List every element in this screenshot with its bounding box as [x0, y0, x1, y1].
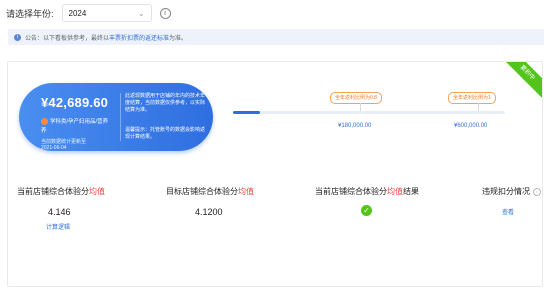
- status-ribbon: 累积中: [497, 62, 542, 103]
- metric-2-label: 目标店铺综合体验分均值: [166, 186, 254, 197]
- data-label: 当前数据统计更新至: [41, 139, 87, 145]
- notice-icon: i: [14, 33, 21, 41]
- metric-2-label-a: 目标店铺综合体验分: [166, 187, 238, 196]
- metric-1-label-a: 当前店铺综合体验分: [17, 187, 89, 196]
- notice-suffix: 为准。: [169, 35, 188, 42]
- category-row: 学科类/孕产妇用品/营养: [41, 117, 108, 125]
- milestone-2: ¥600,000.00: [454, 123, 488, 129]
- metric-1-label-b: 均值: [89, 187, 105, 196]
- card-tip: 温馨提示：托管账号的数据会影响返现计算结果。: [125, 127, 206, 140]
- tip-2: 全年返利比例为1: [448, 92, 496, 104]
- info-icon[interactable]: i: [533, 187, 541, 196]
- metric-3-label-a: 当前店铺综合体验分: [315, 187, 387, 196]
- rebate-amount: ¥42,689.60: [41, 95, 109, 110]
- metric-1-label: 当前店铺综合体验分均值: [17, 186, 105, 197]
- progress-fill: [233, 111, 261, 114]
- rebate-card: ¥42,689.60 学科类/孕产妇用品/营养 养 当前数据统计更新至 2021…: [19, 83, 213, 151]
- metric-4-label: 违规扣分情况 i: [482, 186, 541, 197]
- metric-1-value: 4.146: [48, 207, 71, 217]
- year-value: 2024: [68, 8, 87, 18]
- category-cont: 养: [41, 128, 47, 134]
- chevron-down-icon: ⌄: [137, 8, 145, 18]
- metric-2-label-b: 均值: [238, 187, 254, 196]
- notice-link[interactable]: 丰票折扣票的返还标准: [109, 33, 169, 42]
- calc-logic-link[interactable]: 计算逻辑: [46, 222, 70, 231]
- data-date: 2021-06-04: [41, 145, 67, 151]
- year-label: 请选择年份:: [6, 8, 54, 19]
- card-divider: [120, 93, 121, 141]
- notice-bar: i 公告：以下看板供参考，最终以 丰票折扣票的返还标准 为准。: [8, 29, 544, 45]
- category-icon: [41, 117, 48, 125]
- metric-3-label-b: 均值: [387, 187, 403, 196]
- info-icon[interactable]: i: [159, 7, 171, 19]
- check-icon: ✓: [361, 205, 372, 216]
- dashboard-panel: 累积中 ¥42,689.60 学科类/孕产妇用品/营养 养 当前数据统计更新至 …: [7, 61, 543, 287]
- notice-prefix: 公告：以下看板供参考，最终以: [25, 35, 110, 42]
- metric-4-label-text: 违规扣分情况: [482, 187, 530, 196]
- metric-3-label-c: 结果: [403, 187, 419, 196]
- view-link[interactable]: 查看: [502, 207, 514, 216]
- category-text: 学科类/孕产妇用品/营养: [50, 119, 109, 125]
- milestone-1: ¥180,000.00: [338, 123, 372, 129]
- metric-3-label: 当前店铺综合体验分均值结果: [315, 186, 419, 197]
- progress-bar: [233, 111, 505, 114]
- tip-1: 全年返利比例为0.8: [330, 92, 382, 104]
- year-select[interactable]: 2024 ⌄: [61, 4, 152, 22]
- card-desc: 此返现数据用于店铺的年内的技术年度结算，当前数据仅供参考，以实际结算为准。: [125, 93, 206, 113]
- filter-row: 请选择年份: 2024 ⌄ i: [6, 2, 171, 24]
- metric-2-value: 4.1200: [195, 207, 223, 217]
